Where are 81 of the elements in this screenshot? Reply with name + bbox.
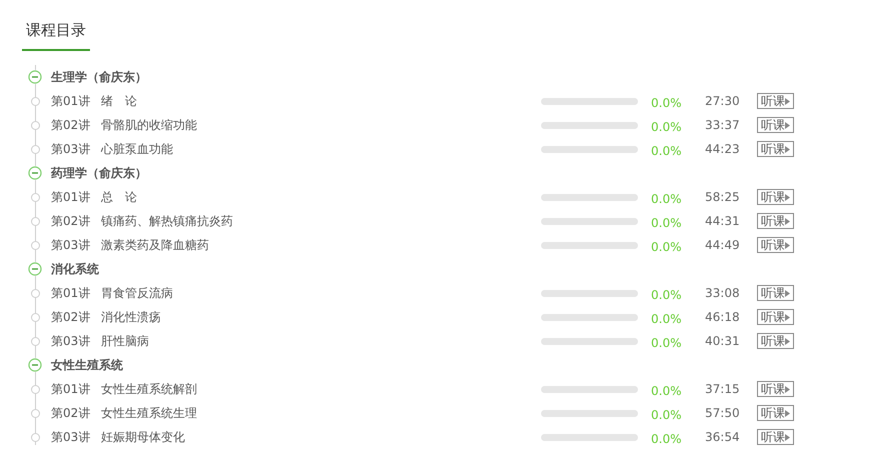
listen-button[interactable]: 听课: [757, 237, 794, 253]
lesson-title[interactable]: 镇痛药、解热镇痛抗炎药: [101, 212, 541, 230]
progress-percent: 0.0%: [651, 239, 682, 256]
chapter-title[interactable]: 生理学（俞庆东）: [51, 68, 147, 86]
play-icon: [785, 290, 790, 296]
lesson-title[interactable]: 女性生殖系统解剖: [101, 380, 541, 398]
listen-button[interactable]: 听课: [757, 333, 794, 349]
duration: 40:31: [705, 333, 741, 350]
lesson-number: 第03讲: [51, 141, 92, 158]
progress-percent: 0.0%: [651, 311, 682, 328]
listen-button[interactable]: 听课: [757, 405, 794, 421]
play-icon: [785, 218, 790, 224]
listen-button[interactable]: 听课: [757, 93, 794, 109]
duration: 33:08: [705, 285, 741, 302]
listen-button[interactable]: 听课: [757, 309, 794, 325]
listen-button[interactable]: 听课: [757, 141, 794, 157]
progress-percent: 0.0%: [651, 407, 682, 424]
lesson-title[interactable]: 肝性脑病: [101, 332, 541, 350]
progress-percent: 0.0%: [651, 143, 682, 160]
duration: 57:50: [705, 405, 741, 422]
lesson-number: 第02讲: [51, 117, 92, 134]
play-icon: [785, 194, 790, 200]
collapse-icon[interactable]: [28, 70, 42, 84]
lesson-number: 第03讲: [51, 429, 92, 446]
chapter-title[interactable]: 女性生殖系统: [51, 356, 123, 374]
lesson-number: 第01讲: [51, 381, 92, 398]
duration: 46:18: [705, 309, 741, 326]
duration: 36:54: [705, 429, 741, 446]
duration: 44:23: [705, 141, 741, 158]
section-heading: 课程目录: [26, 21, 86, 39]
lesson-number: 第02讲: [51, 213, 92, 230]
lesson-title[interactable]: 胃食管反流病: [101, 284, 541, 302]
play-icon: [785, 338, 790, 344]
progress-percent: 0.0%: [651, 119, 682, 136]
progress-percent: 0.0%: [651, 335, 682, 352]
lesson-title[interactable]: 妊娠期母体变化: [101, 428, 541, 446]
lesson-number: 第02讲: [51, 405, 92, 422]
lesson-title[interactable]: 骨骼肌的收缩功能: [101, 116, 541, 134]
lesson-title[interactable]: 消化性溃疡: [101, 308, 541, 326]
lesson-title[interactable]: 绪 论: [101, 92, 541, 110]
play-icon: [785, 410, 790, 416]
duration: 58:25: [705, 189, 741, 206]
play-icon: [785, 314, 790, 320]
play-icon: [785, 98, 790, 104]
play-icon: [785, 146, 790, 152]
collapse-icon[interactable]: [28, 262, 42, 276]
listen-button[interactable]: 听课: [757, 285, 794, 301]
progress-percent: 0.0%: [651, 383, 682, 400]
listen-button[interactable]: 听课: [757, 117, 794, 133]
progress-percent: 0.0%: [651, 191, 682, 208]
progress-percent: 0.0%: [651, 215, 682, 232]
play-icon: [785, 122, 790, 128]
lesson-number: 第03讲: [51, 333, 92, 350]
lesson-number: 第01讲: [51, 93, 92, 110]
duration: 37:15: [705, 381, 741, 398]
duration: 33:37: [705, 117, 741, 134]
listen-button[interactable]: 听课: [757, 213, 794, 229]
listen-button[interactable]: 听课: [757, 381, 794, 397]
lesson-title[interactable]: 女性生殖系统生理: [101, 404, 541, 422]
chapter-title[interactable]: 消化系统: [51, 260, 99, 278]
lesson-number: 第03讲: [51, 237, 92, 254]
progress-percent: 0.0%: [651, 431, 682, 448]
lesson-number: 第01讲: [51, 189, 92, 206]
duration: 44:49: [705, 237, 741, 254]
progress-percent: 0.0%: [651, 287, 682, 304]
duration: 27:30: [705, 93, 741, 110]
listen-button[interactable]: 听课: [757, 429, 794, 445]
collapse-icon[interactable]: [28, 358, 42, 372]
listen-button[interactable]: 听课: [757, 189, 794, 205]
play-icon: [785, 242, 790, 248]
progress-percent: 0.0%: [651, 95, 682, 112]
play-icon: [785, 386, 790, 392]
duration: 44:31: [705, 213, 741, 230]
chapter-title[interactable]: 药理学（俞庆东）: [51, 164, 147, 182]
lesson-title[interactable]: 激素类药及降血糖药: [101, 236, 541, 254]
lesson-title[interactable]: 心脏泵血功能: [101, 140, 541, 158]
collapse-icon[interactable]: [28, 166, 42, 180]
play-icon: [785, 434, 790, 440]
lesson-number: 第01讲: [51, 285, 92, 302]
lesson-title[interactable]: 总 论: [101, 188, 541, 206]
lesson-number: 第02讲: [51, 309, 92, 326]
